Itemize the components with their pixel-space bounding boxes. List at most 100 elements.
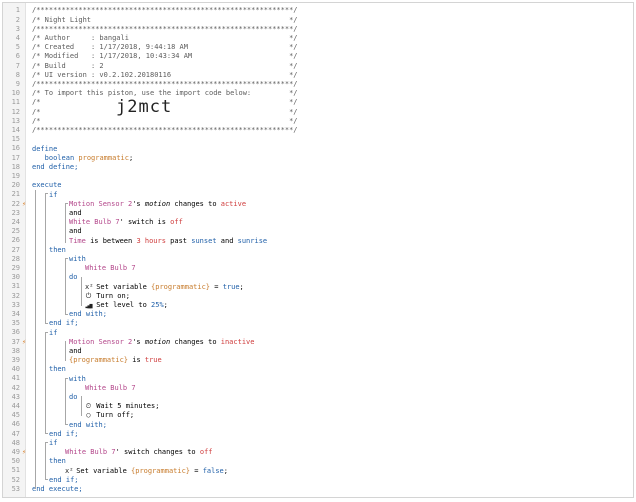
if-block-guide <box>45 332 46 434</box>
power-off-icon: ○ <box>86 411 91 420</box>
block-guide-tick <box>65 203 68 204</box>
line-text: /* Modified : 1/17/2018, 10:43:34 AM */ <box>32 52 298 61</box>
code-line-33: ▂▄▆ Set level to 25%; <box>85 301 167 310</box>
code-line-34: end with; <box>69 310 107 319</box>
line-number: 12 <box>11 107 20 116</box>
code-line-18: end define; <box>32 162 79 171</box>
code-line: 53 <box>3 485 603 494</box>
code-line-17: boolean programmatic; <box>44 153 134 162</box>
code-line-38: and <box>69 346 82 355</box>
line-number: 18 <box>11 162 20 171</box>
code-line-26: Time is between 3 hours past sunset and … <box>69 236 268 245</box>
code-line-21: if <box>49 190 58 199</box>
block-guide-tick <box>45 433 48 434</box>
code-line: 30 <box>3 273 603 282</box>
line-number: 25 <box>11 227 20 236</box>
trigger-bolt-icon[interactable]: ⚡ <box>22 448 27 456</box>
code-line: 1 /**************************************… <box>3 6 603 15</box>
code-line-40: then <box>49 365 66 374</box>
line-number: 14 <box>11 125 20 134</box>
block-guide-tick <box>65 314 68 315</box>
code-line-48: if <box>49 438 58 447</box>
block-guide-tick <box>45 193 48 194</box>
line-number: 50 <box>11 457 20 466</box>
line-number: 38 <box>11 346 20 355</box>
code-line-30: do <box>69 273 78 282</box>
code-line: 40 <box>3 365 603 374</box>
line-number: 33 <box>11 300 20 309</box>
line-text: /***************************************… <box>32 6 298 15</box>
line-number: 27 <box>11 245 20 254</box>
line-number: 21 <box>11 190 20 199</box>
code-line-52: end if; <box>49 475 79 484</box>
code-line-49: White Bulb 7' switch changes to off <box>65 448 213 457</box>
line-number: 42 <box>11 383 20 392</box>
timer-icon: ⏲ <box>85 402 92 411</box>
import-code: j2mct <box>116 97 173 117</box>
code-line-20: execute <box>32 181 62 190</box>
line-number: 46 <box>11 420 20 429</box>
line-number: 29 <box>11 263 20 272</box>
code-line: 12/* */ <box>3 108 603 117</box>
line-number: 47 <box>11 429 20 438</box>
code-line: 8 /* UI version : v0.2.102.20180116 */ <box>3 71 603 80</box>
line-number: 34 <box>11 309 20 318</box>
line-number: 13 <box>11 116 20 125</box>
code-line: 11/* */ <box>3 98 603 107</box>
code-line: 10/* To import this piston, use the impo… <box>3 89 603 98</box>
line-number: 17 <box>11 153 20 162</box>
code-line: 48 <box>3 439 603 448</box>
code-line: 16 <box>3 144 603 153</box>
line-number: 51 <box>11 466 20 475</box>
code-line-22: Motion Sensor 2's motion changes to acti… <box>69 199 247 208</box>
code-line-51: x² Set variable {programmatic} = false; <box>65 466 228 475</box>
code-line-53: end execute; <box>32 484 83 493</box>
code-line-45: ○ Turn off; <box>86 411 135 420</box>
line-number: 15 <box>11 135 20 144</box>
line-number: 30 <box>11 273 20 282</box>
code-line-35: end if; <box>49 319 79 328</box>
code-line: 18 <box>3 163 603 172</box>
code-line-43: do <box>69 392 78 401</box>
code-line: 20 <box>3 181 603 190</box>
code-line-29: White Bulb 7 <box>85 264 136 273</box>
line-number: 40 <box>11 365 20 374</box>
execute-block-guide <box>35 190 36 489</box>
line-number: 43 <box>11 392 20 401</box>
code-line: 3 /**************************************… <box>3 25 603 34</box>
code-line: 6 /* Modified : 1/17/2018, 10:43:34 AM */ <box>3 52 603 61</box>
block-guide-tick <box>65 378 68 379</box>
with-block-guide <box>65 378 66 425</box>
code-line: 5 /* Created : 1/17/2018, 9:44:18 AM */ <box>3 43 603 52</box>
with-block-guide <box>65 258 66 315</box>
line-number: 5 <box>15 43 20 52</box>
line-number: 28 <box>11 254 20 263</box>
line-number: 53 <box>11 484 20 493</box>
line-number: 22 <box>11 199 20 208</box>
line-number: 8 <box>15 70 20 79</box>
line-number: 32 <box>11 291 20 300</box>
code-line-47: end if; <box>49 429 79 438</box>
line-number: 49 <box>11 447 20 456</box>
line-number: 9 <box>15 79 20 88</box>
if-block-guide <box>45 193 46 324</box>
line-number: 37 <box>11 337 20 346</box>
code-line: 43 <box>3 393 603 402</box>
code-line-46: end with; <box>69 420 107 429</box>
trigger-bolt-icon[interactable]: ⚡ <box>22 200 27 208</box>
line-text: /* Build : 2 */ <box>32 61 298 70</box>
code-line: 7 /* Build : 2 */ <box>3 62 603 71</box>
code-line-24: White Bulb 7' switch is off <box>69 218 183 227</box>
line-text: /***************************************… <box>32 79 298 88</box>
if-block-guide <box>45 442 46 480</box>
code-editor[interactable]: 1 /**************************************… <box>2 2 634 498</box>
code-line: 38 <box>3 347 603 356</box>
code-line: 13 /* */ <box>3 117 603 126</box>
trigger-bolt-icon[interactable]: ⚡ <box>22 338 27 346</box>
line-number: 45 <box>11 411 20 420</box>
line-number: 3 <box>15 24 20 33</box>
line-number: 48 <box>11 438 20 447</box>
line-number: 39 <box>11 355 20 364</box>
line-text: /* Created : 1/17/2018, 9:44:18 AM */ <box>32 43 298 52</box>
code-line-25: and <box>69 227 82 236</box>
